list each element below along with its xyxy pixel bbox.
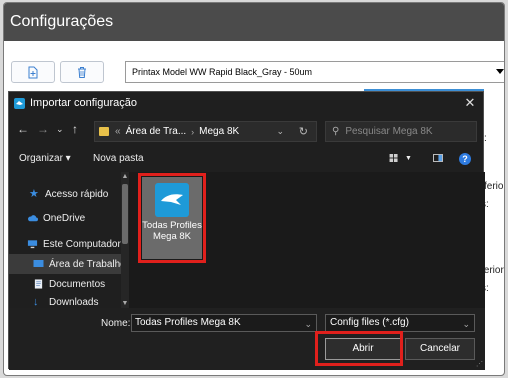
chevron-down-icon[interactable]: ⌄ bbox=[304, 316, 312, 332]
download-icon: ↓ bbox=[33, 296, 39, 308]
chevron-down-icon bbox=[496, 69, 504, 74]
address-bar[interactable]: « Área de Tra... › Mega 8K ⌄ ↻ bbox=[94, 121, 317, 142]
new-folder-button[interactable]: Nova pasta bbox=[93, 153, 144, 164]
trash-icon bbox=[78, 66, 86, 78]
filetype-select[interactable]: Config files (*.cfg) ⌄ bbox=[325, 314, 475, 332]
file-list: Todas Profiles Mega 8K bbox=[129, 172, 485, 308]
add-file-icon bbox=[28, 66, 38, 78]
nav-item-this-pc[interactable]: Este Computador bbox=[9, 234, 121, 254]
scroll-up-icon[interactable]: ▲ bbox=[121, 173, 129, 180]
import-button[interactable] bbox=[11, 61, 55, 83]
dialog-title: Importar configuração bbox=[30, 97, 137, 109]
filename-value: Todas Profiles Mega 8K bbox=[135, 317, 241, 328]
nav-item-label: Este Computador bbox=[43, 238, 121, 250]
search-input[interactable]: ⚲ Pesquisar Mega 8K bbox=[325, 121, 477, 142]
chevron-down-icon: ⌄ bbox=[462, 319, 470, 329]
cancel-button[interactable]: Cancelar bbox=[405, 338, 475, 360]
navigation-bar: ← → ⌄ ↑ « Área de Tra... › Mega 8K ⌄ ↻ ⚲… bbox=[9, 118, 483, 144]
preview-pane-icon[interactable] bbox=[433, 154, 443, 162]
nav-item-quick-access[interactable]: ★ Acesso rápido bbox=[9, 184, 121, 204]
filetype-value: Config files (*.cfg) bbox=[330, 317, 409, 328]
nav-item-onedrive[interactable]: OneDrive bbox=[9, 208, 121, 228]
nav-item-label: Acesso rápido bbox=[45, 188, 109, 200]
organize-menu[interactable]: Organizar ▾ bbox=[19, 153, 71, 164]
nav-item-label: Documentos bbox=[49, 278, 106, 290]
scroll-down-icon[interactable]: ▼ bbox=[121, 300, 129, 307]
chevron-down-icon[interactable]: ⌄ bbox=[56, 124, 64, 135]
view-options-icon[interactable] bbox=[389, 154, 399, 162]
scrollbar-thumb[interactable] bbox=[122, 184, 128, 244]
printer-select[interactable]: Printax Model WW Rapid Black_Gray - 50um bbox=[125, 61, 504, 83]
background-label: : bbox=[484, 133, 487, 144]
search-placeholder: Pesquisar Mega 8K bbox=[345, 126, 433, 137]
command-bar: Organizar ▾ Nova pasta ▼ ? bbox=[9, 148, 483, 170]
star-icon: ★ bbox=[29, 188, 39, 200]
back-arrow-icon[interactable]: ← bbox=[17, 122, 29, 136]
filename-input[interactable]: Todas Profiles Mega 8K ⌄ bbox=[131, 314, 317, 332]
dialog-titlebar: Importar configuração bbox=[9, 92, 483, 114]
desktop-icon bbox=[33, 260, 44, 267]
highlight-box bbox=[315, 331, 403, 366]
refresh-icon[interactable]: ↻ bbox=[299, 125, 308, 138]
nav-item-label: Área de Trabalho bbox=[49, 258, 121, 270]
cancel-button-label: Cancelar bbox=[419, 343, 461, 354]
close-icon[interactable]: ✕ bbox=[463, 95, 477, 111]
chevron-right-icon: › bbox=[191, 126, 195, 137]
screen: Configurações Printax Model WW Rapid Bla… bbox=[0, 0, 508, 378]
navigation-scrollbar[interactable]: ▲ ▼ bbox=[121, 172, 129, 308]
breadcrumb-overflow[interactable]: « bbox=[115, 126, 121, 137]
nav-item-label: OneDrive bbox=[43, 212, 86, 224]
highlight-box bbox=[138, 173, 206, 263]
document-icon bbox=[34, 279, 43, 289]
forward-arrow-icon[interactable]: → bbox=[37, 122, 49, 136]
cloud-icon bbox=[28, 215, 38, 222]
app-logo-icon bbox=[14, 97, 25, 109]
settings-titlebar: Configurações bbox=[4, 3, 504, 41]
up-arrow-icon[interactable]: ↑ bbox=[72, 122, 78, 136]
resize-grip-icon[interactable]: ⋰ bbox=[476, 360, 483, 368]
chevron-down-icon[interactable]: ▼ bbox=[405, 155, 412, 162]
background-label: ferior bbox=[484, 181, 505, 192]
nav-item-label: Downloads bbox=[49, 296, 99, 308]
nav-item-documents[interactable]: Documentos bbox=[9, 274, 121, 294]
nav-item-downloads[interactable]: ↓ Downloads bbox=[9, 292, 121, 308]
breadcrumb-item[interactable]: Área de Tra... bbox=[126, 126, 187, 137]
chevron-down-icon[interactable]: ⌄ bbox=[276, 126, 284, 137]
settings-title: Configurações bbox=[10, 13, 114, 30]
help-icon[interactable]: ? bbox=[459, 153, 471, 165]
search-icon: ⚲ bbox=[332, 126, 340, 137]
navigation-pane: ★ Acesso rápido OneDrive Este Computador bbox=[9, 172, 129, 308]
printer-select-value: Printax Model WW Rapid Black_Gray - 50um bbox=[132, 67, 313, 77]
filename-label: Nome: bbox=[101, 318, 131, 329]
nav-item-desktop[interactable]: Área de Trabalho bbox=[9, 254, 121, 274]
dialog-footer: Nome: Todas Profiles Mega 8K ⌄ Config fi… bbox=[9, 308, 485, 370]
delete-button[interactable] bbox=[60, 61, 104, 83]
folder-icon bbox=[99, 127, 109, 136]
import-dialog: Importar configuração ✕ ← → ⌄ ↑ « Área d… bbox=[8, 91, 485, 370]
settings-toolbar: Printax Model WW Rapid Black_Gray - 50um bbox=[4, 59, 504, 85]
computer-icon bbox=[27, 240, 38, 249]
breadcrumb-item[interactable]: Mega 8K bbox=[199, 126, 239, 137]
